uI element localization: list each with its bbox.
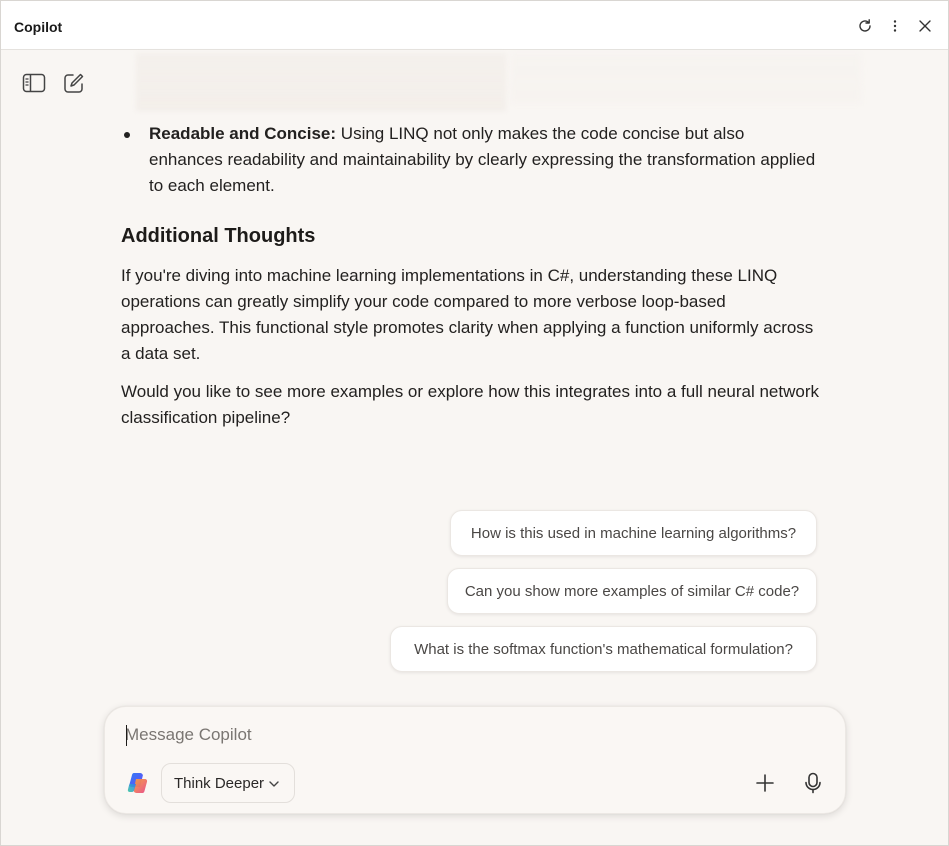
copilot-logo-icon [127, 773, 148, 793]
assistant-response: Readable and Concise: Using LINQ not onl… [121, 121, 821, 443]
title-bar: Copilot [1, 1, 948, 50]
refresh-button[interactable] [854, 15, 876, 37]
plus-icon [756, 774, 774, 792]
think-deeper-dropdown[interactable]: Think Deeper [161, 763, 295, 803]
message-composer: Think Deeper [104, 706, 846, 814]
close-icon [919, 20, 931, 32]
voice-input-button[interactable] [801, 771, 825, 795]
suggestion-chip[interactable]: Can you show more examples of similar C#… [447, 568, 817, 614]
more-vertical-icon [893, 20, 897, 32]
message-input[interactable] [125, 723, 825, 747]
bullet-item: Readable and Concise: Using LINQ not onl… [121, 121, 821, 199]
refresh-icon [859, 19, 871, 32]
add-attachment-button[interactable] [753, 771, 777, 795]
text-caret [126, 725, 127, 746]
copilot-logo-button[interactable] [125, 770, 151, 796]
chevron-down-icon [269, 781, 279, 787]
bullet-title: Readable and Concise: [149, 124, 337, 143]
copilot-window: Copilot Readable and Concise: Using LINQ… [0, 0, 949, 846]
suggestion-chip[interactable]: How is this used in machine learning alg… [450, 510, 817, 556]
bullet-dot [124, 132, 130, 138]
window-title: Copilot [14, 19, 63, 35]
microphone-icon [805, 772, 821, 794]
new-chat-button[interactable] [62, 71, 86, 95]
faded-previous-content [136, 53, 506, 111]
sidebar-toggle-button[interactable] [22, 71, 46, 95]
response-paragraph: If you're diving into machine learning i… [121, 266, 814, 363]
response-paragraph: Would you like to see more examples or e… [121, 382, 819, 427]
close-button[interactable] [914, 15, 936, 37]
faded-previous-content-2 [511, 53, 861, 103]
mode-label: Think Deeper [174, 774, 265, 792]
suggestion-chip[interactable]: What is the softmax function's mathemati… [390, 626, 817, 672]
more-options-button[interactable] [884, 15, 906, 37]
section-heading: Additional Thoughts [121, 225, 316, 247]
sidebar-toggle-icon [22, 73, 46, 93]
new-chat-icon [64, 73, 84, 93]
